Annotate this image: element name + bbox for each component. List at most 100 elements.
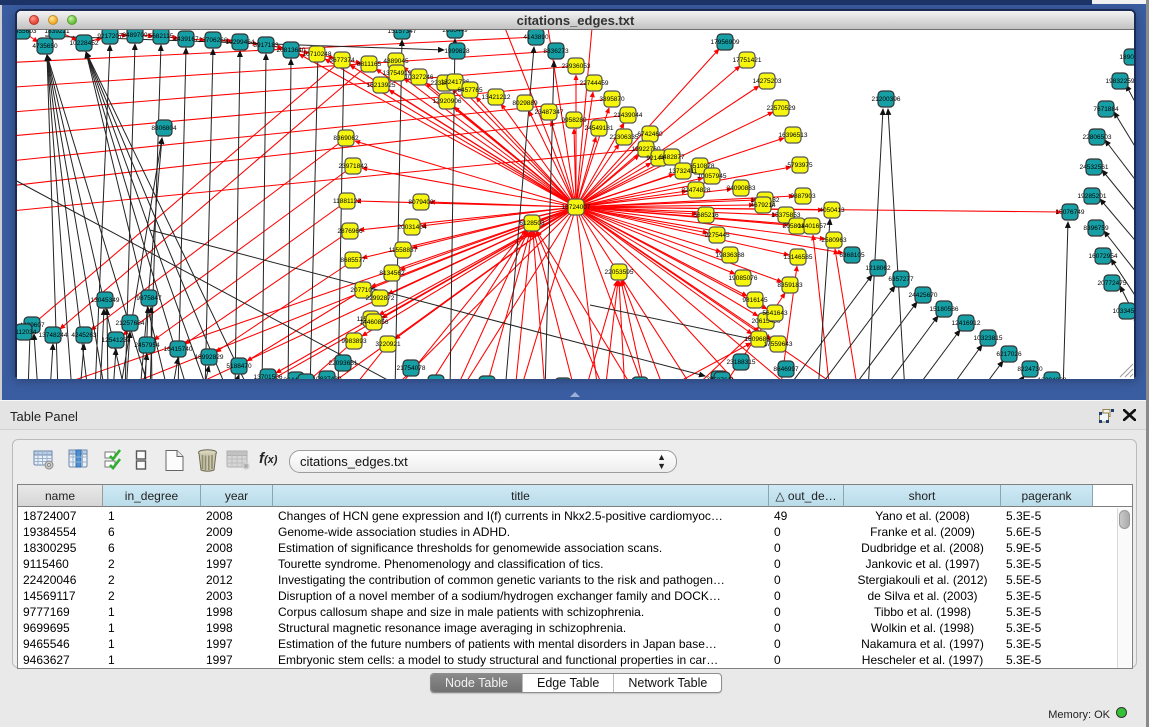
- svg-text:19832259: 19832259: [1106, 78, 1134, 85]
- svg-text:5188470: 5188470: [226, 363, 252, 370]
- svg-text:8134562: 8134562: [379, 270, 405, 277]
- svg-text:10323815: 10323815: [974, 335, 1003, 342]
- svg-text:21257684: 21257684: [116, 320, 145, 327]
- svg-text:1839221: 1839221: [44, 30, 70, 35]
- svg-text:8369062: 8369062: [333, 135, 359, 142]
- svg-text:5685216: 5685216: [693, 212, 719, 219]
- svg-text:14401657: 14401657: [798, 223, 827, 230]
- svg-text:10057945: 10057945: [698, 173, 727, 180]
- svg-text:19085076: 19085076: [729, 275, 758, 282]
- svg-text:9983893: 9983893: [341, 338, 367, 345]
- svg-text:10327246: 10327246: [405, 74, 434, 81]
- svg-text:23971842: 23971842: [339, 163, 368, 170]
- svg-text:18992829: 18992829: [195, 354, 224, 361]
- svg-text:9275445: 9275445: [704, 232, 730, 239]
- svg-text:19299464: 19299464: [226, 39, 255, 46]
- svg-text:6742460: 6742460: [637, 131, 663, 138]
- svg-text:3677374: 3677374: [329, 57, 355, 64]
- svg-text:12920906: 12920906: [433, 98, 462, 105]
- svg-text:9875847: 9875847: [136, 295, 162, 302]
- svg-text:23188315: 23188315: [727, 359, 756, 366]
- svg-text:5793975: 5793975: [787, 162, 813, 169]
- svg-text:21439044: 21439044: [614, 112, 643, 119]
- svg-text:9958289: 9958289: [561, 117, 587, 124]
- svg-text:21754078: 21754078: [397, 365, 426, 372]
- svg-text:1218062: 1218062: [865, 265, 891, 272]
- svg-text:23706266: 23706266: [199, 37, 228, 44]
- svg-text:4389045: 4389045: [383, 58, 409, 65]
- svg-text:6482877: 6482877: [659, 154, 685, 161]
- svg-text:22053595: 22053595: [605, 269, 634, 276]
- svg-text:2580963: 2580963: [821, 237, 847, 244]
- svg-text:24532561: 24532561: [1080, 164, 1109, 171]
- svg-text:1999828: 1999828: [444, 48, 470, 55]
- svg-text:8336273: 8336273: [543, 48, 569, 55]
- svg-text:10228452: 10228452: [70, 40, 99, 47]
- svg-text:2537611: 2537611: [710, 377, 735, 379]
- svg-text:10837430: 10837430: [313, 376, 342, 379]
- svg-text:15076749: 15076749: [1056, 209, 1085, 216]
- svg-text:21200396: 21200396: [872, 96, 901, 103]
- svg-text:17956909: 17956909: [711, 39, 740, 46]
- svg-text:12294238: 12294238: [1038, 377, 1067, 379]
- svg-text:8224730: 8224730: [1017, 366, 1043, 373]
- svg-text:22455603: 22455603: [17, 30, 37, 35]
- svg-text:13146585: 13146585: [784, 254, 813, 261]
- svg-text:11558837: 11558837: [389, 247, 418, 254]
- svg-text:2876966: 2876966: [337, 228, 363, 235]
- svg-text:19836388: 19836388: [716, 252, 745, 259]
- svg-text:11881122: 11881122: [333, 198, 361, 205]
- svg-text:23936053: 23936053: [562, 63, 591, 70]
- svg-text:13748244: 13748244: [39, 332, 68, 339]
- svg-text:7671884: 7671884: [1093, 106, 1119, 113]
- svg-text:4050413: 4050413: [819, 207, 845, 214]
- svg-text:15180586: 15180586: [930, 306, 959, 313]
- svg-text:22093651: 22093651: [329, 360, 358, 367]
- svg-text:6128503: 6128503: [519, 220, 545, 227]
- svg-text:14275203: 14275203: [753, 78, 782, 85]
- svg-text:2066449: 2066449: [442, 30, 468, 34]
- svg-text:22806503: 22806503: [1083, 134, 1112, 141]
- svg-text:24090883: 24090883: [727, 185, 756, 192]
- svg-text:5641643: 5641643: [762, 310, 788, 317]
- svg-text:4679214: 4679214: [750, 202, 776, 209]
- svg-text:3220921: 3220921: [375, 341, 401, 348]
- svg-text:13701506: 13701506: [254, 374, 283, 379]
- svg-text:8811165: 8811165: [357, 61, 382, 68]
- svg-text:20031404: 20031404: [398, 224, 427, 231]
- svg-text:22992872: 22992872: [366, 295, 395, 302]
- svg-text:4112034: 4112034: [17, 329, 37, 336]
- svg-text:13732411: 13732411: [669, 168, 698, 175]
- svg-text:22474828: 22474828: [682, 187, 711, 194]
- svg-text:8029889: 8029889: [512, 100, 538, 107]
- svg-text:8079409: 8079409: [408, 199, 434, 206]
- svg-text:13045349: 13045349: [91, 297, 120, 304]
- svg-text:6457765: 6457765: [457, 87, 483, 94]
- svg-text:9887903: 9887903: [790, 193, 816, 200]
- svg-text:1890399: 1890399: [1119, 54, 1134, 61]
- svg-text:8806804: 8806804: [151, 125, 177, 132]
- svg-text:4735650: 4735650: [32, 43, 58, 50]
- svg-text:16396513: 16396513: [779, 132, 808, 139]
- svg-text:9217207: 9217207: [97, 33, 123, 40]
- svg-text:3917183: 3917183: [253, 42, 279, 49]
- svg-text:3395870: 3395870: [599, 96, 625, 103]
- svg-text:6357277: 6357277: [888, 276, 914, 283]
- svg-text:17559643: 17559643: [764, 341, 793, 348]
- svg-text:16213925: 16213925: [367, 82, 396, 89]
- svg-text:10334531: 10334531: [1113, 308, 1134, 315]
- svg-text:24549181: 24549181: [585, 125, 614, 132]
- svg-text:9816145: 9816145: [742, 297, 768, 304]
- svg-text:8396759: 8396759: [1083, 225, 1109, 232]
- svg-text:6217026: 6217026: [996, 351, 1022, 358]
- svg-text:22744459: 22744459: [580, 80, 609, 87]
- svg-text:24425670: 24425670: [909, 292, 938, 299]
- svg-text:8685577: 8685577: [340, 257, 366, 264]
- svg-text:8646997: 8646997: [773, 366, 799, 373]
- svg-text:10710248: 10710248: [303, 51, 332, 58]
- svg-text:4143890: 4143890: [523, 34, 549, 41]
- svg-text:17751421: 17751421: [733, 57, 762, 64]
- svg-text:4439167: 4439167: [173, 36, 199, 43]
- svg-text:22570529: 22570529: [767, 105, 796, 112]
- svg-text:2457954: 2457954: [134, 342, 160, 349]
